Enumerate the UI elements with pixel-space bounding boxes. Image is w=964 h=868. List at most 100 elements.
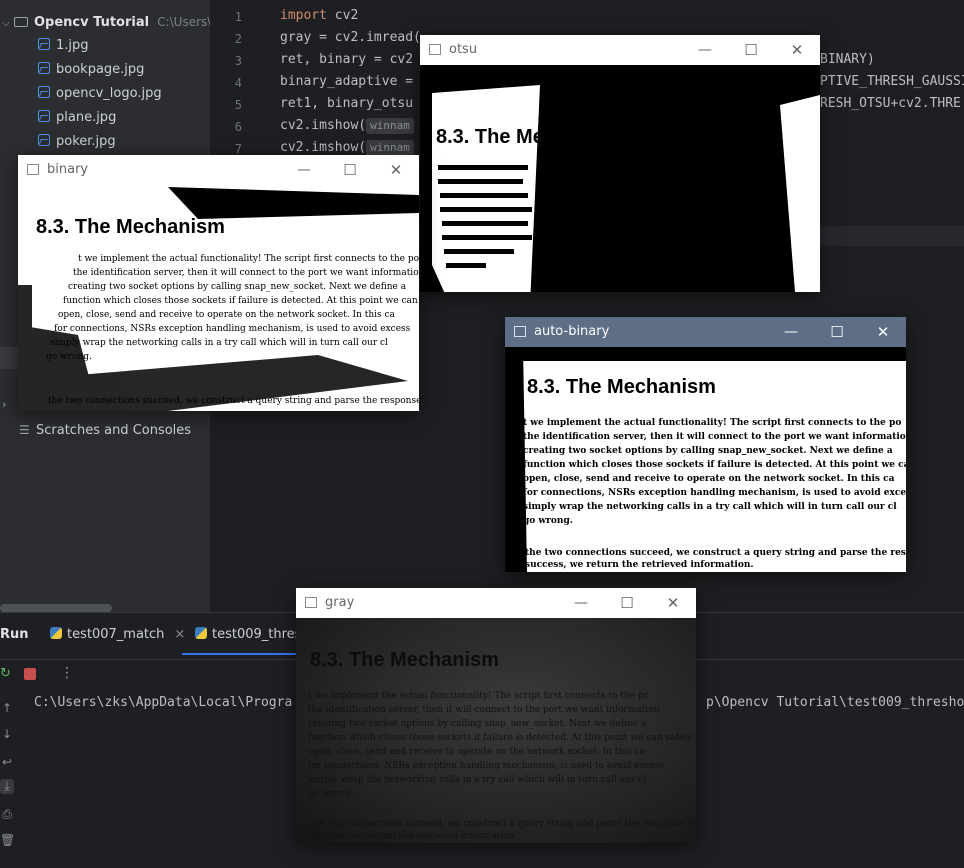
code-line[interactable]: ret, binary = cv2: [280, 52, 413, 67]
code-text: cv2.imshow(: [280, 118, 367, 133]
chevron-right-icon[interactable]: ›: [2, 398, 6, 411]
console-output: C:\Users\zks\AppData\Local\Progra: [34, 695, 293, 710]
rerun-icon[interactable]: ↻: [0, 666, 12, 682]
grayscale-render: 8.3. The Mechanism t we implement the ac…: [308, 649, 696, 841]
scroll-up-icon[interactable]: ↑: [0, 701, 14, 715]
code-text: ret1, binary_otsu: [280, 96, 414, 111]
file-item[interactable]: bookpage.jpg: [38, 59, 144, 81]
window-app-icon: [305, 597, 317, 608]
image-text-line: the two connections succeed, we construc…: [310, 819, 696, 829]
run-tab[interactable]: test007_match ×: [50, 627, 185, 642]
image-text-line: the two connections succeed, we construc…: [525, 548, 906, 558]
scratches-icon: ☰: [19, 423, 30, 437]
file-label: plane.jpg: [56, 110, 117, 125]
horizontal-scrollbar[interactable]: [0, 604, 112, 612]
image-text-line: simply wrap the networking calls in a tr…: [50, 338, 388, 348]
chevron-down-icon[interactable]: ⌵: [2, 13, 14, 35]
maximize-button[interactable]: ☐: [327, 155, 373, 185]
window-title: binary: [47, 162, 89, 177]
image-text-line: go wrong.: [523, 516, 573, 526]
image-text-line: function which closes those sockets if f…: [523, 460, 906, 470]
file-label: opencv_logo.jpg: [56, 86, 162, 101]
image-text-line: the identification server, then it will …: [73, 268, 419, 278]
code-line[interactable]: import cv2: [280, 8, 358, 23]
auto-binary-image: 8.3. The Mechanism t we implement the ac…: [505, 347, 906, 572]
code-line[interactable]: binary_adaptive =: [280, 74, 413, 89]
trash-icon[interactable]: 🗑: [0, 833, 15, 847]
image-text-line: function which closes those sockets if f…: [308, 733, 693, 743]
close-button[interactable]: ✕: [774, 35, 820, 65]
parameter-hint: winnam: [366, 118, 414, 134]
keyword: import: [280, 8, 327, 23]
line-number: 1: [234, 10, 242, 24]
file-item[interactable]: 1.jpg: [38, 35, 89, 57]
binary-threshold-render: 8.3. The Mechanism t we implement the ac…: [18, 187, 419, 411]
image-text-line: simply wrap the networking calls in a tr…: [308, 775, 646, 785]
code-line[interactable]: cv2.imshow(winnam: [280, 140, 414, 156]
window-titlebar[interactable]: otsu — ☐ ✕: [420, 35, 820, 65]
scroll-down-icon[interactable]: ↓: [0, 727, 14, 741]
maximize-button[interactable]: ☐: [814, 317, 860, 347]
run-tab-active[interactable]: test009_thresh: [195, 627, 310, 642]
otsu-image: 8.3. The Mechanism: [420, 65, 820, 292]
line-number: 6: [234, 120, 242, 134]
image-file-icon: [38, 86, 50, 98]
code-line[interactable]: cv2.imshow(winnam: [280, 118, 414, 134]
image-text-line: for connections, NSRs exception handling…: [54, 324, 411, 334]
code-line[interactable]: ret1, binary_otsu: [280, 96, 413, 111]
image-text-line: for connections, NSRs exception handling…: [308, 761, 665, 771]
image-text-line: open, close, send and receive to operate…: [58, 310, 396, 320]
image-file-icon: [38, 62, 50, 74]
selected-row-marker: [0, 347, 18, 369]
window-app-icon: [429, 44, 441, 55]
auto-binary-window[interactable]: auto-binary — ☐ ✕ 8.3. The Mechanism t w…: [505, 317, 906, 572]
parameter-hint: winnam: [366, 140, 414, 156]
stop-icon[interactable]: [24, 668, 36, 680]
image-text-line: creating two socket options by calling s…: [523, 446, 893, 456]
close-button[interactable]: ✕: [650, 588, 696, 618]
image-text-line: t we implement the actual functionality!…: [308, 691, 649, 701]
image-text-line: function which closes those sockets if f…: [63, 296, 419, 306]
scratches-label: Scratches and Consoles: [36, 423, 192, 438]
close-button[interactable]: ✕: [860, 317, 906, 347]
code-line[interactable]: gray = cv2.imread(: [280, 30, 421, 45]
more-options-icon[interactable]: ⋮: [60, 665, 74, 681]
close-tab-icon[interactable]: ×: [174, 627, 185, 642]
image-text-line: open, close, send and receive to operate…: [308, 747, 646, 757]
project-root-label: Opencv Tutorial: [34, 15, 150, 30]
print-icon[interactable]: ⎙: [0, 807, 14, 822]
run-panel-title: Run: [0, 627, 29, 642]
image-text-line: success, we return the retrieved informa…: [525, 560, 754, 570]
image-file-icon: [38, 110, 50, 122]
minimize-button[interactable]: —: [281, 155, 327, 185]
scratches-item[interactable]: ☰ Scratches and Consoles: [19, 419, 191, 441]
window-titlebar[interactable]: binary — ☐ ✕: [18, 155, 419, 185]
project-root[interactable]: ⌵ Opencv Tutorial C:\Users\zks: [2, 11, 231, 33]
maximize-button[interactable]: ☐: [604, 588, 650, 618]
window-titlebar[interactable]: gray — ☐ ✕: [296, 588, 696, 618]
soft-wrap-icon[interactable]: ↩: [0, 755, 14, 769]
minimize-button[interactable]: —: [558, 588, 604, 618]
minimize-button[interactable]: —: [682, 35, 728, 65]
gray-window[interactable]: gray — ☐ ✕ 8.3. The Mechanism t we imple…: [296, 588, 696, 843]
file-item[interactable]: plane.jpg: [38, 107, 116, 129]
otsu-window[interactable]: otsu — ☐ ✕ 8.3. The Mechanism: [420, 35, 820, 292]
file-item[interactable]: opencv_logo.jpg: [38, 83, 162, 105]
adaptive-threshold-render: 8.3. The Mechanism t we implement the ac…: [505, 347, 906, 572]
minimize-button[interactable]: —: [768, 317, 814, 347]
line-number: 4: [234, 76, 242, 90]
window-title: otsu: [449, 42, 478, 57]
binary-window[interactable]: binary — ☐ ✕ 8.3. The Mechanism t we imp…: [18, 155, 419, 411]
code-text: gray = cv2.imread(: [280, 30, 421, 45]
image-text-line: success, we return the retrieved informa…: [310, 831, 517, 841]
scroll-to-end-icon[interactable]: ⤓: [0, 779, 14, 794]
file-item[interactable]: poker.jpg: [38, 131, 116, 153]
image-text-line: creating two socket options by calling s…: [68, 282, 407, 292]
code-text: cv2.imshow(: [280, 140, 367, 155]
maximize-button[interactable]: ☐: [728, 35, 774, 65]
line-number: 5: [234, 98, 242, 112]
close-button[interactable]: ✕: [373, 155, 419, 185]
window-titlebar[interactable]: auto-binary — ☐ ✕: [505, 317, 906, 347]
image-heading: 8.3. The Mechanism: [36, 216, 225, 238]
python-icon: [195, 627, 207, 639]
